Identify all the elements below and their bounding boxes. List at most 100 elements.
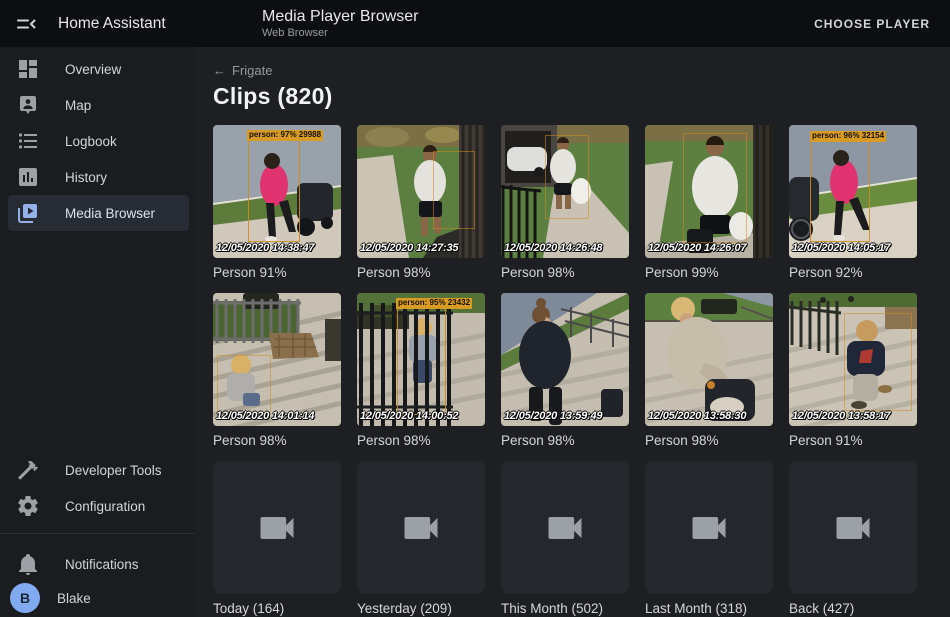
sidebar-item-media-browser[interactable]: Media Browser <box>8 195 189 231</box>
sidebar-item-notifications[interactable]: Notifications <box>8 546 189 582</box>
sidebar: Overview Map Logbook <box>0 47 195 617</box>
clips-grid: person: 97% 29988 12/05/2020 14:38:47 Pe… <box>213 125 917 616</box>
sidebar-item-map[interactable]: Map <box>8 87 189 123</box>
folder-item-this-month[interactable]: This Month (502) <box>501 461 629 616</box>
clip-item[interactable]: person: 96% 32154 12/05/2020 14:05:17 Pe… <box>789 125 917 280</box>
clip-timestamp: 12/05/2020 14:01:14 <box>216 410 314 422</box>
dashboard-icon <box>16 57 40 81</box>
folder-item-yesterday[interactable]: Yesterday (209) <box>357 461 485 616</box>
sidebar-item-logbook[interactable]: Logbook <box>8 123 189 159</box>
sidebar-item-configuration[interactable]: Configuration <box>8 488 189 524</box>
clip-item[interactable]: 12/05/2020 13:58:17 Person 91% <box>789 293 917 448</box>
clip-caption: Person 92% <box>789 265 917 280</box>
folder-label: This Month (502) <box>501 601 629 616</box>
sidebar-divider <box>0 533 195 534</box>
bell-icon <box>16 552 40 576</box>
clip-timestamp: 12/05/2020 14:26:48 <box>504 242 602 254</box>
breadcrumb-label: Frigate <box>232 63 272 78</box>
breadcrumb-back-frigate[interactable]: ← Frigate <box>213 63 272 78</box>
detection-bbox <box>433 151 475 229</box>
detection-bbox <box>844 313 912 411</box>
clip-scene <box>501 293 629 426</box>
detection-label: person: 97% 29988 <box>247 130 323 141</box>
detection-label: person: 96% 32154 <box>810 131 886 142</box>
page-header-subtitle: Web Browser <box>262 27 419 40</box>
clip-timestamp: 12/05/2020 13:58:17 <box>792 410 890 422</box>
clip-item[interactable]: 12/05/2020 14:27:35 Person 98% <box>357 125 485 280</box>
clip-item[interactable]: 12/05/2020 13:58:30 Person 98% <box>645 293 773 448</box>
clip-item[interactable]: 12/05/2020 14:26:07 Person 99% <box>645 125 773 280</box>
folder-label: Today (164) <box>213 601 341 616</box>
clip-item[interactable]: person: 95% 23432 12/05/2020 14:00:52 Pe… <box>357 293 485 448</box>
detection-bbox <box>217 355 271 413</box>
sidebar-profile[interactable]: B Blake <box>0 580 195 616</box>
back-arrow-icon: ← <box>213 63 226 78</box>
video-camera-icon <box>255 506 299 550</box>
detection-bbox <box>683 133 747 243</box>
sidebar-item-overview[interactable]: Overview <box>8 51 189 87</box>
sidebar-item-history[interactable]: History <box>8 159 189 195</box>
detection-bbox <box>397 307 446 415</box>
folder-item-back[interactable]: Back (427) <box>789 461 917 616</box>
page-title: Clips (820) <box>213 83 333 110</box>
clip-item[interactable]: person: 97% 29988 12/05/2020 14:38:47 Pe… <box>213 125 341 280</box>
video-camera-icon <box>399 506 443 550</box>
hammer-icon <box>16 458 40 482</box>
sidebar-item-developer-tools[interactable]: Developer Tools <box>8 452 189 488</box>
avatar: B <box>10 583 40 613</box>
clip-thumbnail: 12/05/2020 14:27:35 <box>357 125 485 258</box>
folder-tile <box>501 461 629 594</box>
clip-thumbnail: 12/05/2020 13:58:17 <box>789 293 917 426</box>
clip-thumbnail: 12/05/2020 13:59:49 <box>501 293 629 426</box>
detection-bbox <box>248 139 300 242</box>
clip-item[interactable]: 12/05/2020 14:01:14 Person 98% <box>213 293 341 448</box>
folder-tile <box>789 461 917 594</box>
video-camera-icon <box>831 506 875 550</box>
video-camera-icon <box>687 506 731 550</box>
clip-thumbnail: person: 96% 32154 12/05/2020 14:05:17 <box>789 125 917 258</box>
profile-name: Blake <box>57 591 91 606</box>
folder-label: Yesterday (209) <box>357 601 485 616</box>
clip-caption: Person 98% <box>213 433 341 448</box>
clip-timestamp: 12/05/2020 14:27:35 <box>360 242 458 254</box>
play-box-icon <box>16 201 40 225</box>
folder-label: Back (427) <box>789 601 917 616</box>
clip-scene <box>645 293 773 426</box>
chart-box-icon <box>16 165 40 189</box>
clip-caption: Person 98% <box>357 433 485 448</box>
clip-caption: Person 91% <box>789 433 917 448</box>
clip-item[interactable]: 12/05/2020 13:59:49 Person 98% <box>501 293 629 448</box>
media-browser-panel: ← Frigate Clips (820) <box>195 47 950 617</box>
detection-bbox <box>810 139 870 242</box>
sidebar-toggle-icon[interactable] <box>14 12 38 36</box>
folder-item-today[interactable]: Today (164) <box>213 461 341 616</box>
video-camera-icon <box>543 506 587 550</box>
map-account-icon <box>16 93 40 117</box>
clip-thumbnail: 12/05/2020 13:58:30 <box>645 293 773 426</box>
clip-caption: Person 98% <box>501 433 629 448</box>
folder-item-last-month[interactable]: Last Month (318) <box>645 461 773 616</box>
clip-timestamp: 12/05/2020 14:00:52 <box>360 410 458 422</box>
folder-tile <box>357 461 485 594</box>
clip-timestamp: 12/05/2020 14:05:17 <box>792 242 890 254</box>
folder-tile <box>645 461 773 594</box>
choose-player-button[interactable]: CHOOSE PLAYER <box>808 13 936 35</box>
app-title: Home Assistant <box>58 15 188 33</box>
detection-label: person: 95% 23432 <box>396 298 472 309</box>
clip-caption: Person 98% <box>357 265 485 280</box>
gear-icon <box>16 494 40 518</box>
clip-thumbnail: 12/05/2020 14:26:48 <box>501 125 629 258</box>
clip-thumbnail: person: 97% 29988 12/05/2020 14:38:47 <box>213 125 341 258</box>
page-header-title: Media Player Browser <box>262 7 419 26</box>
folder-tile <box>213 461 341 594</box>
app-header: Home Assistant Media Player Browser Web … <box>0 0 950 47</box>
clip-thumbnail: person: 95% 23432 12/05/2020 14:00:52 <box>357 293 485 426</box>
clip-caption: Person 98% <box>645 433 773 448</box>
folder-label: Last Month (318) <box>645 601 773 616</box>
detection-bbox <box>545 135 589 219</box>
clip-item[interactable]: 12/05/2020 14:26:48 Person 98% <box>501 125 629 280</box>
clip-timestamp: 12/05/2020 14:26:07 <box>648 242 746 254</box>
list-icon <box>16 129 40 153</box>
clip-timestamp: 12/05/2020 13:58:30 <box>648 410 746 422</box>
clip-timestamp: 12/05/2020 13:59:49 <box>504 410 602 422</box>
